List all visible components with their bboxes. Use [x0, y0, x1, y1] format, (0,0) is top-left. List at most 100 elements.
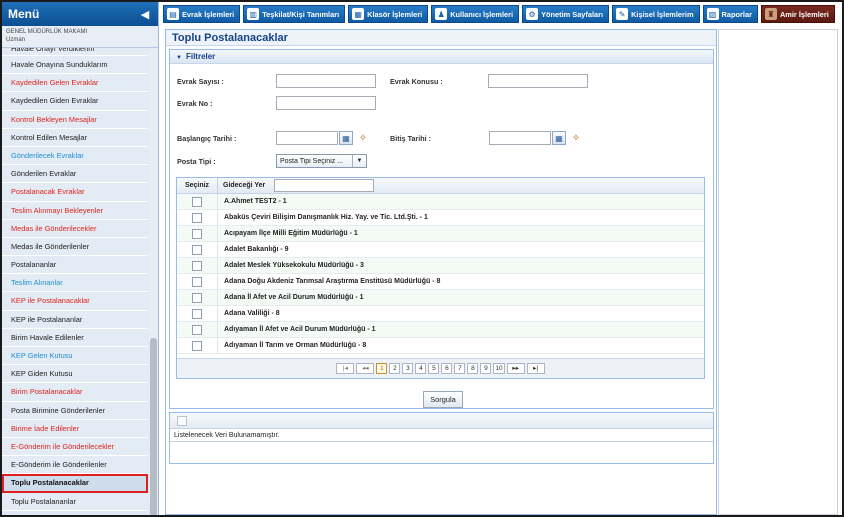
row-checkbox[interactable]: [192, 228, 202, 239]
sidebar-item[interactable]: Teslim Alınanlar: [2, 274, 148, 293]
posta-tipi-selected: Posta Tipi Seçiniz ...: [280, 157, 344, 165]
destination-name: A.Ahmet TEST2 - 1: [224, 198, 287, 205]
page-number-button[interactable]: 10: [493, 363, 505, 374]
evrak-sayisi-input[interactable]: [276, 74, 376, 88]
sidebar-item[interactable]: KEP ile Postalananlar: [2, 310, 148, 329]
table-row[interactable]: Adıyaman İl Afet ve Acil Durum Müdürlüğü…: [177, 321, 704, 338]
row-checkbox[interactable]: [192, 292, 202, 303]
table-row[interactable]: Abaküs Çeviri Bilişim Danışmanlık Hiz. Y…: [177, 209, 704, 226]
sidebar-item[interactable]: KEP Gelen Kutusu: [2, 347, 148, 366]
topnav-label: Amir İşlemleri: [779, 9, 829, 19]
grid-header: Seçiniz Gideceği Yer: [177, 178, 704, 194]
calendar-icon[interactable]: ▦: [339, 131, 353, 145]
sidebar-item[interactable]: E-Gönderim ile Gönderilenler: [2, 456, 148, 475]
table-row[interactable]: Adıyaman İl Tarım ve Orman Müdürlüğü - 8: [177, 337, 704, 354]
sidebar-item[interactable]: Posta Birimine Gönderilenler: [2, 401, 148, 420]
sidebar-item[interactable]: Medas ile Gönderilecekler: [2, 219, 148, 238]
table-row[interactable]: A.Ahmet TEST2 - 1: [177, 193, 704, 210]
topnav-label: Kullanıcı İşlemleri: [450, 9, 514, 19]
sidebar-item[interactable]: Teslim Alınmayı Bekleyenler: [2, 201, 148, 220]
evrak-no-label: Evrak No :: [177, 99, 213, 108]
baslangic-tarihi-input[interactable]: [276, 131, 338, 145]
topnav-button[interactable]: ⚙ Yönetim Sayfaları: [522, 5, 610, 23]
collapse-sidebar-icon[interactable]: ◀: [138, 7, 152, 21]
page-number-button[interactable]: 6: [441, 363, 453, 374]
row-checkbox[interactable]: [192, 324, 202, 335]
topnav-button[interactable]: ♟ Kullanıcı İşlemleri: [431, 5, 520, 23]
row-checkbox[interactable]: [192, 260, 202, 271]
next-page-button[interactable]: ▸▸: [506, 363, 525, 374]
page-number-button[interactable]: 1: [376, 363, 388, 374]
topnav-button[interactable]: ▧ Raporlar: [702, 5, 758, 23]
last-page-button[interactable]: ▸|: [526, 363, 545, 374]
sidebar-item[interactable]: Kontrol Bekleyen Mesajlar: [2, 110, 148, 129]
page-number-button[interactable]: 7: [454, 363, 466, 374]
user-role: Uzman: [6, 37, 26, 43]
sidebar-item[interactable]: Postalanacak Evraklar: [2, 183, 148, 202]
sidebar-item[interactable]: Birim Postalanacaklar: [2, 383, 148, 402]
sidebar-scrollbar[interactable]: [149, 48, 158, 515]
row-select-cell: [177, 337, 218, 354]
topnav-button[interactable]: ▥ Teşkilat/Kişi Tanımları: [243, 5, 346, 23]
row-checkbox[interactable]: [192, 196, 202, 207]
table-row[interactable]: Adana İl Afet ve Acil Durum Müdürlüğü - …: [177, 289, 704, 306]
bitis-tarihi-label: Bitiş Tarihi :: [390, 134, 431, 143]
filters-toggle[interactable]: ▼ Filtreler: [170, 50, 713, 64]
table-row[interactable]: Adana Valiliği - 8: [177, 305, 704, 322]
topnav-button[interactable]: ▤ Evrak İşlemleri: [163, 5, 241, 23]
page-number-button[interactable]: 9: [480, 363, 492, 374]
results-header: [170, 413, 713, 429]
row-checkbox[interactable]: [192, 276, 202, 287]
row-checkbox[interactable]: [192, 340, 202, 351]
evrak-no-input[interactable]: [276, 96, 376, 110]
sidebar-item[interactable]: Kaydedilen Giden Evraklar: [2, 92, 148, 111]
sidebar-item[interactable]: Toplu Postalanacaklar: [2, 474, 148, 493]
evrak-konusu-input[interactable]: [488, 74, 588, 88]
sidebar-item[interactable]: Gönderilecek Evraklar: [2, 146, 148, 166]
page-number-button[interactable]: 2: [389, 363, 401, 374]
topnav-button[interactable]: ▦ Klasör İşlemleri: [348, 5, 429, 23]
sidebar-scroll-thumb[interactable]: [150, 338, 157, 515]
page-number-button[interactable]: 5: [428, 363, 440, 374]
document-icon: ▤: [167, 8, 179, 20]
table-row[interactable]: Acıpayam İlçe Milli Eğitim Müdürlüğü - 1: [177, 225, 704, 242]
bitis-tarihi-input[interactable]: [489, 131, 551, 145]
sidebar-item[interactable]: Havale Onayına Sunduklarım: [2, 56, 148, 75]
sidebar-item[interactable]: Kaydedilen Gelen Evraklar: [2, 74, 148, 93]
sidebar-item[interactable]: Kontrol Edilen Mesajlar: [2, 128, 148, 147]
page-number-button[interactable]: 3: [402, 363, 414, 374]
clear-broom-icon[interactable]: ✧: [356, 131, 370, 145]
sidebar-item[interactable]: Toplu Postalananlar: [2, 492, 148, 511]
prev-page-button[interactable]: ◂◂: [356, 363, 375, 374]
topnav-button[interactable]: ♜ Amir İşlemleri: [760, 5, 835, 23]
posta-tipi-select[interactable]: Posta Tipi Seçiniz ... ▼: [276, 154, 367, 168]
sidebar-item[interactable]: KEP Giden Kutusu: [2, 365, 148, 384]
row-select-cell: [177, 305, 218, 322]
sidebar-item[interactable]: Birim Havale Edilenler: [2, 328, 148, 347]
table-row[interactable]: Adana Doğu Akdeniz Tarımsal Araştırma En…: [177, 273, 704, 290]
table-row[interactable]: Adalet Bakanlığı - 9: [177, 241, 704, 258]
destination-filter-input[interactable]: [274, 179, 374, 192]
select-all-checkbox[interactable]: [177, 416, 187, 426]
sidebar-item[interactable]: Birime İade Edilenler: [2, 419, 148, 438]
topnav-label: Kişisel İşlemlerim: [631, 9, 694, 19]
personal-icon: ✎: [616, 8, 629, 20]
row-checkbox[interactable]: [192, 244, 202, 255]
calendar-icon[interactable]: ▦: [552, 131, 566, 145]
sidebar-item[interactable]: Postalananlar: [2, 256, 148, 275]
row-checkbox[interactable]: [192, 308, 202, 319]
sidebar-item[interactable]: Gönderilen Evraklar: [2, 165, 148, 184]
sidebar-item[interactable]: KEP ile Postalanacaklar: [2, 292, 148, 311]
sorgula-button[interactable]: Sorgula: [423, 391, 463, 408]
table-row[interactable]: Adalet Meslek Yüksekokulu Müdürlüğü - 3: [177, 257, 704, 274]
page-number-button[interactable]: 4: [415, 363, 427, 374]
sidebar-item[interactable]: Medas ile Gönderilenler: [2, 237, 148, 257]
sidebar-item[interactable]: E-Gönderim ile Gönderilecekler: [2, 437, 148, 457]
clear-broom-icon[interactable]: ✧: [569, 131, 583, 145]
row-checkbox[interactable]: [192, 212, 202, 223]
topnav-button[interactable]: ✎ Kişisel İşlemlerim: [612, 5, 700, 23]
first-page-button[interactable]: |◂: [336, 363, 355, 374]
page-number-button[interactable]: 8: [467, 363, 479, 374]
sidebar-item[interactable]: Havale Onayı Verdiklerim: [2, 48, 148, 56]
row-select-cell: [177, 257, 218, 274]
